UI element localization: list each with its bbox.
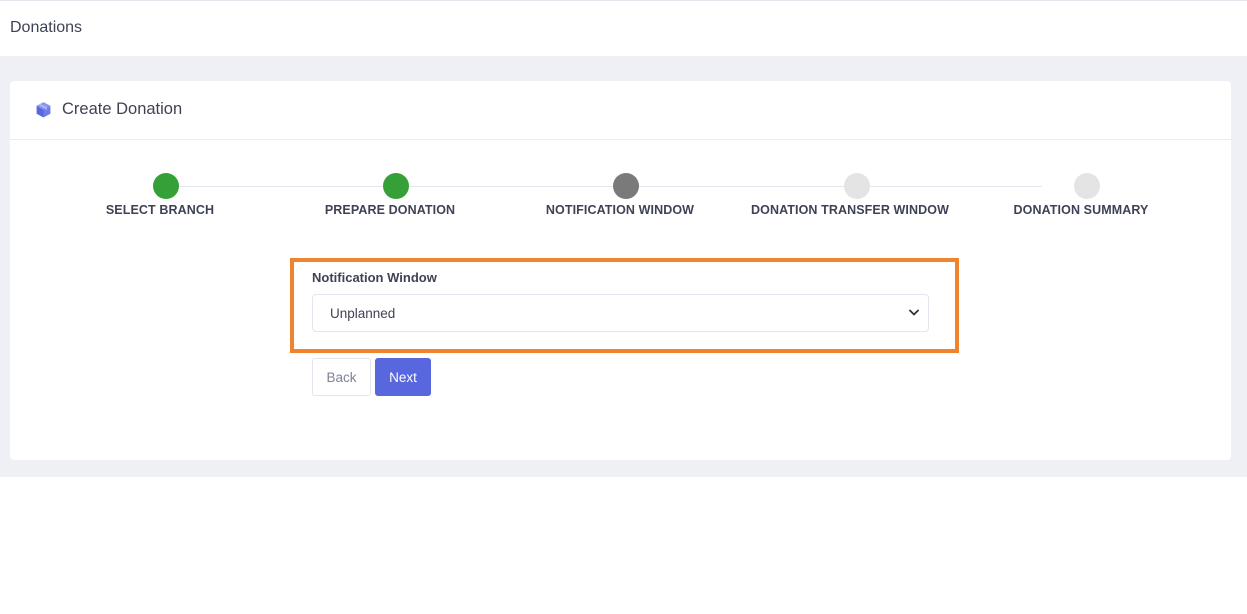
step-3-label: NOTIFICATION WINDOW — [545, 203, 695, 217]
notification-window-label: Notification Window — [312, 270, 437, 285]
box-icon — [36, 102, 51, 118]
back-button[interactable]: Back — [312, 358, 371, 396]
card-title: Create Donation — [62, 100, 183, 118]
step-4-label: DONATION TRANSFER WINDOW — [751, 203, 949, 217]
top-bar: Donations — [0, 0, 1247, 56]
stepper-progress-line — [166, 186, 1042, 187]
select-value: Unplanned — [330, 306, 396, 321]
step-5-label: DONATION SUMMARY — [1013, 203, 1149, 217]
step-3-indicator — [613, 173, 639, 199]
step-4-indicator — [844, 173, 870, 199]
step-2-indicator — [383, 173, 409, 199]
create-donation-card: Create Donation SELECT BRANCH PREPARE DO… — [10, 81, 1231, 460]
page-title: Donations — [10, 19, 83, 36]
step-1-label: SELECT BRANCH — [105, 203, 215, 217]
card-header: Create Donation — [10, 81, 1231, 140]
step-2-label: PREPARE DONATION — [324, 203, 456, 217]
next-button[interactable]: Next — [375, 358, 431, 396]
step-5-indicator — [1074, 173, 1100, 199]
step-1-indicator — [153, 173, 179, 199]
chevron-down-icon — [909, 309, 919, 316]
notification-window-select[interactable]: Unplanned — [312, 294, 929, 332]
